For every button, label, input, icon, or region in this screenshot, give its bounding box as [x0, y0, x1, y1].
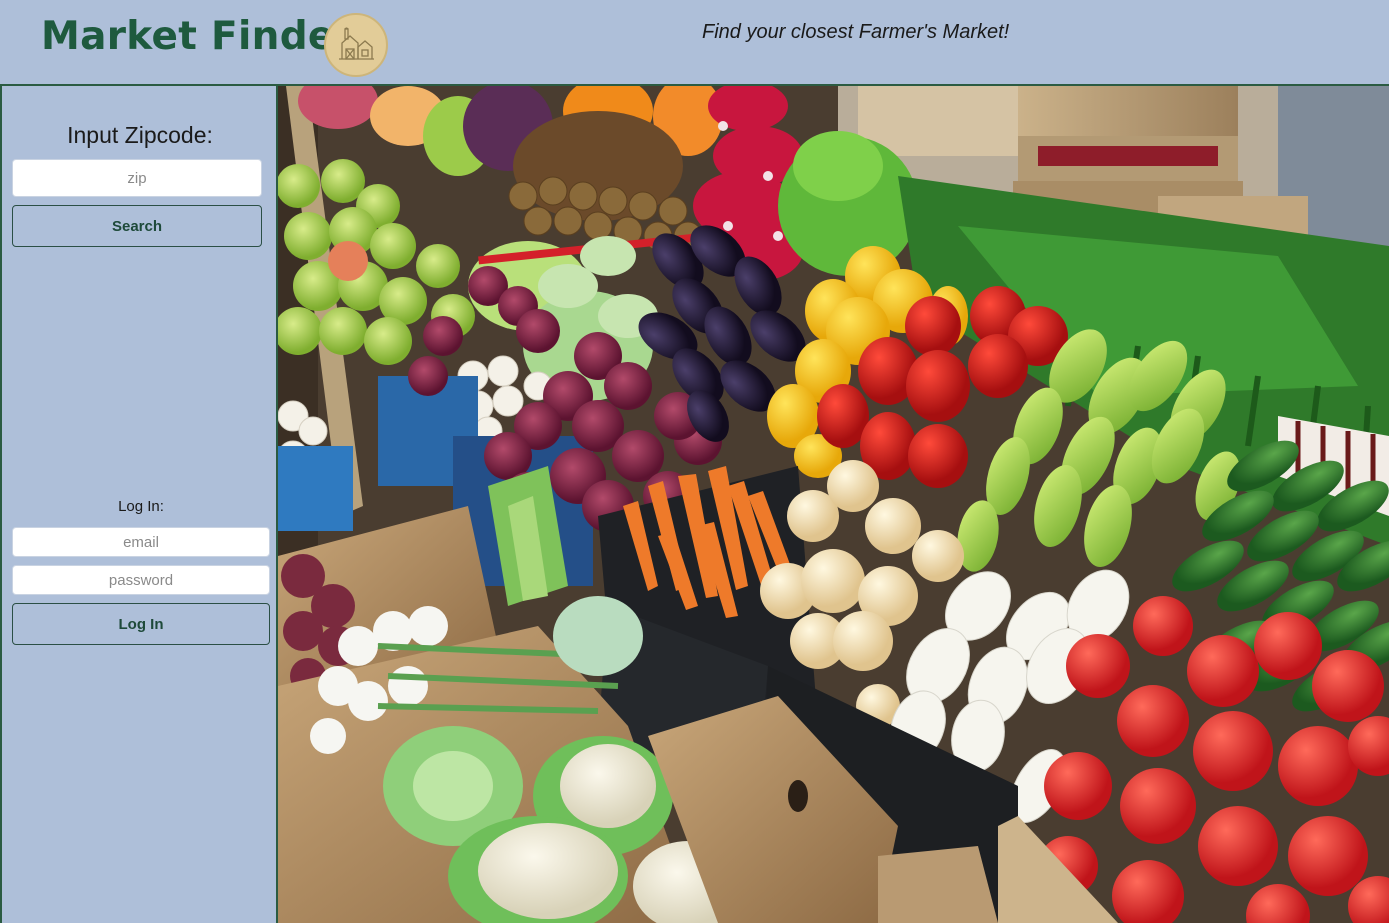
- zipcode-input[interactable]: [12, 159, 262, 197]
- produce-illustration: [278, 86, 1389, 923]
- zipcode-heading: Input Zipcode:: [67, 122, 213, 148]
- login-button[interactable]: Log In: [12, 603, 270, 645]
- search-button[interactable]: Search: [12, 205, 262, 247]
- header: Market Finder Find your closest Farmer's…: [0, 0, 1389, 86]
- hero-produce-image: [278, 86, 1389, 923]
- password-field[interactable]: [12, 565, 270, 595]
- tagline: Find your closest Farmer's Market!: [702, 21, 1010, 43]
- barn-logo-icon: [324, 13, 388, 77]
- site-title: Market Finder: [41, 14, 355, 59]
- login-heading: Log In:: [118, 498, 164, 515]
- email-field[interactable]: [12, 527, 270, 557]
- sidebar: Input Zipcode: Search Log In: Log In: [0, 86, 278, 923]
